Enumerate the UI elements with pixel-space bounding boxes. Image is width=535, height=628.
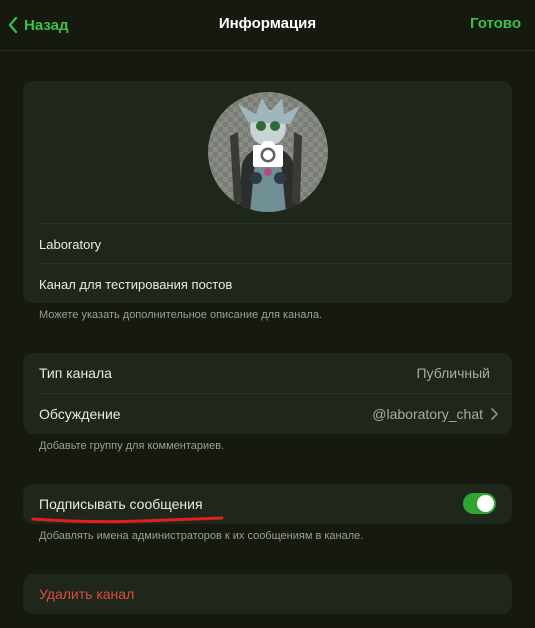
profile-card: Laboratory Канал для тестирования постов bbox=[23, 81, 512, 303]
delete-channel-card: Удалить канал bbox=[23, 574, 512, 614]
camera-icon[interactable] bbox=[250, 139, 286, 169]
toggle-knob bbox=[477, 495, 494, 512]
sign-messages-toggle[interactable] bbox=[463, 493, 496, 514]
channel-name-field[interactable]: Laboratory bbox=[39, 237, 101, 252]
channel-description-field[interactable]: Канал для тестирования постов bbox=[39, 277, 232, 292]
chevron-right-icon bbox=[491, 408, 498, 420]
channel-type-value: Публичный bbox=[416, 365, 490, 381]
navigation-bar: Назад Информация Готово bbox=[0, 0, 535, 51]
discussion-value-wrap: @laboratory_chat bbox=[372, 406, 498, 422]
delete-channel-button[interactable]: Удалить канал bbox=[39, 586, 134, 602]
description-hint: Можете указать дополнительное описание д… bbox=[39, 309, 322, 321]
page-title: Информация bbox=[218, 15, 317, 32]
channel-type-label: Тип канала bbox=[39, 365, 112, 381]
discussion-row[interactable]: Обсуждение @laboratory_chat bbox=[23, 394, 512, 434]
divider bbox=[39, 263, 512, 264]
done-button[interactable]: Готово bbox=[470, 15, 521, 32]
sign-messages-card: Подписывать сообщения bbox=[23, 484, 512, 524]
divider bbox=[39, 223, 512, 224]
discussion-label: Обсуждение bbox=[39, 406, 121, 422]
sign-messages-hint: Добавлять имена администраторов к их соо… bbox=[39, 530, 364, 542]
discussion-value: @laboratory_chat bbox=[372, 406, 483, 422]
channel-settings-card: Тип канала Публичный Обсуждение @laborat… bbox=[23, 353, 512, 434]
channel-type-row[interactable]: Тип канала Публичный bbox=[23, 353, 512, 393]
sign-messages-label: Подписывать сообщения bbox=[39, 496, 203, 512]
discussion-hint: Добавьте группу для комментариев. bbox=[39, 440, 225, 452]
